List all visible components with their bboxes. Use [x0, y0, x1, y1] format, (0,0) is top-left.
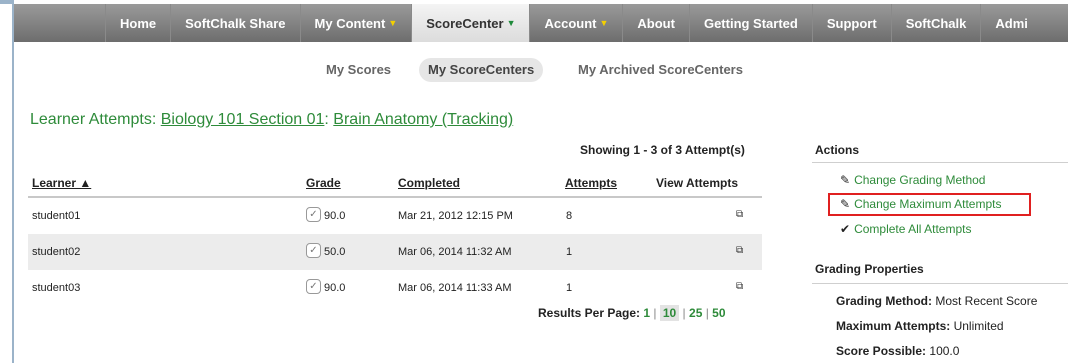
results-per-page: Results Per Page: 1 | 10 | 25 | 50 — [538, 305, 726, 321]
sort-learner-header[interactable]: Learner ▲ — [32, 176, 91, 190]
actions-divider — [812, 162, 1068, 163]
change-grading-method-link[interactable]: ✎ Change Grading Method — [840, 173, 985, 187]
sort-grade-header[interactable]: Grade — [306, 176, 341, 190]
attempts-cell: 1 — [566, 282, 573, 294]
course-link[interactable]: Biology 101 Section 01 — [161, 111, 325, 128]
complete-all-attempts-link[interactable]: ✔ Complete All Attempts — [840, 222, 971, 236]
view-attempts-header: View Attempts — [656, 176, 739, 190]
maximum-attempts-property: Maximum Attempts: Unlimited — [836, 319, 1004, 333]
grading-method-property: Grading Method: Most Recent Score — [836, 294, 1038, 308]
page-title: Learner Attempts: Biology 101 Section 01… — [30, 111, 514, 128]
checkmark-document-icon[interactable]: ✓ — [306, 279, 321, 294]
table-row: student01 ✓ 90.0 Mar 21, 2012 12:15 PM 8… — [28, 198, 762, 234]
dropdown-arrow-icon: ▼ — [599, 18, 609, 28]
attempts-cell: 8 — [566, 210, 573, 222]
nav-support[interactable]: Support — [811, 4, 891, 42]
tab-my-archived-scorecenters[interactable]: My Archived ScoreCenters — [578, 58, 743, 82]
checkmark-document-icon[interactable]: ✓ — [306, 207, 321, 222]
attempts-cell: 1 — [566, 246, 573, 258]
nav-softchalk-share[interactable]: SoftChalk Share — [170, 4, 299, 42]
checkmark-icon: ✔ — [840, 222, 851, 236]
page-size-50[interactable]: 50 — [712, 306, 725, 320]
table-row: student03 ✓ 90.0 Mar 06, 2014 11:33 AM 1… — [28, 270, 762, 306]
nav-scorecenter[interactable]: ScoreCenter ▼ — [411, 4, 530, 42]
pencil-icon: ✎ — [840, 173, 851, 187]
grade-cell: 90.0 — [324, 210, 346, 222]
external-window-icon[interactable]: ⧉ — [736, 245, 743, 256]
sub-nav: My Scores My ScoreCenters My Archived Sc… — [0, 58, 1068, 82]
sort-attempts-header[interactable]: Attempts — [565, 176, 617, 190]
nav-home[interactable]: Home — [105, 4, 170, 42]
lesson-link[interactable]: Brain Anatomy (Tracking) — [333, 111, 513, 128]
sort-completed-header[interactable]: Completed — [398, 176, 460, 190]
nav-account[interactable]: Account ▼ — [529, 4, 622, 42]
table-row: student02 ✓ 50.0 Mar 06, 2014 11:32 AM 1… — [28, 234, 762, 270]
page-size-10[interactable]: 10 — [659, 305, 680, 321]
table-header: Learner ▲ Grade Completed Attempts View … — [28, 168, 762, 198]
grading-properties-title: Grading Properties — [815, 262, 924, 276]
grade-cell: 50.0 — [324, 246, 346, 258]
completed-cell: Mar 06, 2014 11:33 AM — [398, 282, 512, 294]
dropdown-arrow-icon: ▼ — [388, 18, 398, 28]
page-size-25[interactable]: 25 — [689, 306, 702, 320]
nav-softchalk[interactable]: SoftChalk — [890, 4, 981, 42]
nav-my-content[interactable]: My Content ▼ — [299, 4, 412, 42]
grade-cell: 90.0 — [324, 282, 346, 294]
tab-my-scorecenters[interactable]: My ScoreCenters — [419, 58, 544, 82]
external-window-icon[interactable]: ⧉ — [736, 281, 743, 292]
results-count: Showing 1 - 3 of 3 Attempt(s) — [580, 143, 745, 157]
score-possible-property: Score Possible: 100.0 — [836, 344, 960, 358]
learner-cell: student03 — [32, 282, 81, 294]
nav-getting-started[interactable]: Getting Started — [688, 4, 812, 42]
external-window-icon[interactable]: ⧉ — [736, 209, 743, 220]
pencil-icon: ✎ — [840, 197, 851, 211]
change-maximum-attempts-link[interactable]: ✎ Change Maximum Attempts — [840, 197, 1001, 211]
completed-cell: Mar 06, 2014 11:32 AM — [398, 246, 512, 258]
grading-divider — [812, 283, 1068, 284]
learner-cell: student01 — [32, 210, 81, 222]
learner-cell: student02 — [32, 246, 81, 258]
checkmark-document-icon[interactable]: ✓ — [306, 243, 321, 258]
dropdown-arrow-icon: ▼ — [506, 18, 516, 28]
top-nav-bar: Home SoftChalk Share My Content ▼ ScoreCe… — [14, 4, 1068, 42]
attempts-table: Learner ▲ Grade Completed Attempts View … — [28, 168, 762, 306]
completed-cell: Mar 21, 2012 12:15 PM — [398, 210, 513, 222]
nav-about[interactable]: About — [622, 4, 689, 42]
tab-my-scores[interactable]: My Scores — [326, 58, 391, 82]
nav-admin[interactable]: Admi — [980, 4, 1042, 42]
actions-title: Actions — [815, 143, 860, 157]
